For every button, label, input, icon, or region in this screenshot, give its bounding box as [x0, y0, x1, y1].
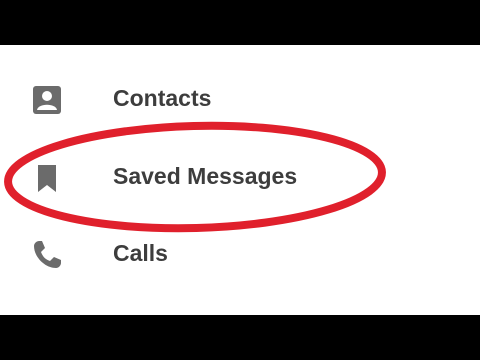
menu-item-calls[interactable]: Calls [0, 223, 480, 283]
contact-person-icon [30, 83, 64, 117]
navigation-menu: Contacts Saved Messages Calls [0, 45, 480, 315]
menu-item-label: Contacts [113, 85, 212, 111]
video-frame: Contacts Saved Messages Calls [0, 0, 480, 360]
phone-icon [30, 238, 64, 272]
bookmark-icon [30, 161, 64, 195]
menu-item-contacts[interactable]: Contacts [0, 68, 480, 128]
menu-item-saved-messages[interactable]: Saved Messages [0, 146, 480, 206]
menu-item-label: Saved Messages [113, 163, 298, 189]
menu-item-label: Calls [113, 240, 168, 266]
